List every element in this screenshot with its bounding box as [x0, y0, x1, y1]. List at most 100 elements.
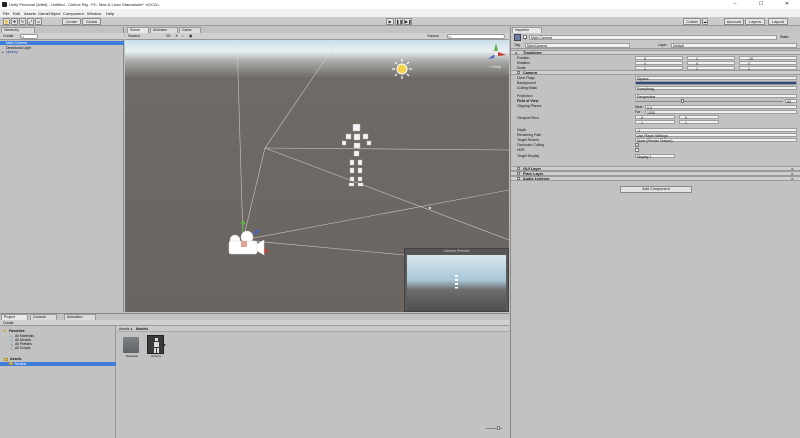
audio-toggle-icon[interactable]: ♪	[182, 34, 184, 38]
effects-toggle-icon[interactable]: ▣	[189, 34, 192, 38]
gizmos-dropdown[interactable]: Gizmos	[427, 34, 439, 38]
lighting-toggle-icon[interactable]: ☀	[175, 34, 178, 38]
scene-panel: Scene Animator Game Shaded 2D ☀ ♪ ▣ Gizm…	[125, 27, 509, 312]
far-field[interactable]: 1000	[645, 110, 797, 115]
hdr-checkbox[interactable]	[635, 148, 639, 152]
projection-dropdown[interactable]: Perspective	[635, 94, 797, 99]
rotation-x-field[interactable]: 0	[635, 61, 683, 66]
expand-arrow-icon[interactable]: ▸	[2, 51, 5, 54]
close-button[interactable]: ✕	[774, 0, 800, 9]
models-folder-item[interactable]: Models	[0, 362, 116, 366]
gui-layer-checkbox[interactable]	[517, 167, 520, 170]
favorite-all-scripts[interactable]: All Scripts	[15, 346, 31, 350]
menu-help[interactable]: Help	[106, 11, 114, 16]
breadcrumb-assets[interactable]: Assets	[119, 327, 130, 331]
object-active-checkbox[interactable]: ✓	[523, 35, 527, 41]
object-name-field[interactable]: Main Camera	[529, 35, 777, 40]
menu-component[interactable]: Component	[63, 11, 84, 16]
rendering-path-dropdown[interactable]: Use Player Settings	[635, 133, 797, 138]
perspective-label[interactable]: < Persp	[489, 65, 501, 69]
move-tool-icon[interactable]: ✥	[11, 18, 18, 25]
play-icon[interactable]: ▶	[386, 18, 394, 25]
camera-enabled-checkbox[interactable]	[517, 71, 520, 74]
target-texture-field[interactable]: None (Render Texture)	[635, 138, 797, 143]
occlusion-culling-checkbox[interactable]: ✓	[635, 143, 639, 147]
add-component-button[interactable]: Add Component	[620, 186, 692, 193]
menu-gameobject[interactable]: GameObject	[38, 11, 60, 16]
near-field[interactable]: 0.3	[645, 105, 797, 110]
fov-slider-track[interactable]	[635, 101, 783, 102]
assets-folder-label[interactable]: Assets	[10, 357, 21, 361]
pivot-toggle[interactable]: Center	[62, 18, 81, 25]
rect-tool-icon[interactable]: ▭	[35, 18, 42, 25]
fov-slider-handle[interactable]	[681, 99, 684, 103]
static-checkbox-label[interactable]: Static	[780, 35, 789, 39]
hierarchy-search-input[interactable]	[20, 34, 38, 39]
cloud-icon[interactable]: ☁	[702, 18, 708, 25]
model-figure-icon	[154, 338, 159, 353]
position-y-field[interactable]: 1	[687, 56, 735, 61]
collab-button[interactable]: Collab	[683, 18, 701, 25]
menu-file[interactable]: File	[3, 11, 9, 16]
audio-listener-component-header[interactable]: Audio Listener	[511, 176, 800, 181]
background-color-swatch[interactable]	[635, 81, 797, 85]
menu-assets[interactable]: Assets	[24, 11, 36, 16]
audio-listener-checkbox[interactable]	[517, 177, 520, 180]
project-create-button[interactable]: Create	[3, 321, 14, 325]
viewport-y-field[interactable]: 0	[679, 115, 719, 120]
scene-toolbar: Shaded 2D ☀ ♪ ▣ Gizmos	[125, 33, 509, 40]
materials-asset-label[interactable]: Materials	[122, 354, 142, 358]
rotation-z-field[interactable]: 0	[739, 61, 797, 66]
minimize-button[interactable]: –	[722, 0, 748, 9]
flare-layer-checkbox[interactable]	[517, 172, 520, 175]
position-x-field[interactable]: 0	[635, 56, 683, 61]
character-rig-model[interactable]	[342, 124, 372, 194]
depth-field[interactable]: -1	[635, 128, 797, 133]
target-display-dropdown[interactable]: Display 1	[635, 154, 675, 159]
step-icon[interactable]: ▶❚	[404, 18, 412, 25]
component-settings-gear-icon[interactable]: ⚙ ⚙ ⚙	[791, 167, 797, 181]
expand-asset-arrow-icon[interactable]: ▸	[164, 343, 167, 347]
2d-toggle[interactable]: 2D	[166, 34, 170, 38]
cinhuxy-model-thumbnail[interactable]	[147, 335, 164, 354]
breadcrumb-models[interactable]: Models	[136, 327, 148, 331]
viewport-h-field[interactable]: 1	[679, 120, 719, 125]
orientation-gizmo-icon[interactable]	[485, 42, 507, 64]
cinhuxy-asset-label[interactable]: cinhuxy	[145, 354, 167, 358]
project-panel: Project Console Animation Create ★ Favor…	[0, 313, 509, 438]
scene-viewport[interactable]: < Persp Camera Preview	[125, 40, 509, 312]
thumbnail-size-handle[interactable]	[497, 426, 500, 430]
favorites-label[interactable]: Favorites	[9, 329, 25, 333]
tag-dropdown[interactable]: MainCamera	[525, 43, 630, 48]
fov-value-field[interactable]: 60	[785, 99, 797, 104]
unity-editor-window: Unity Personal (64bit) - Untitled - Cinh…	[0, 0, 800, 438]
hand-tool-icon[interactable]: ✋	[3, 18, 10, 25]
rotation-y-field[interactable]: 0	[687, 61, 735, 66]
viewport-x-field[interactable]: 0	[635, 115, 675, 120]
camera-component-header[interactable]: Camera	[511, 70, 800, 75]
materials-folder-icon[interactable]	[123, 337, 139, 353]
culling-mask-dropdown[interactable]: Everything	[635, 86, 797, 91]
position-z-field[interactable]: -10	[739, 56, 797, 61]
hierarchy-create-button[interactable]: Create	[3, 34, 14, 38]
main-toolbar: ✋ ✥ ↻ ⤢ ▭ Center Global ▶ ❚❚ ▶❚ Collab ☁…	[0, 17, 800, 26]
menu-window[interactable]: Window	[87, 11, 101, 16]
pause-icon[interactable]: ❚❚	[395, 18, 403, 25]
space-toggle[interactable]: Global	[82, 18, 101, 25]
clear-flags-dropdown[interactable]: Skybox	[635, 76, 797, 81]
camera-gizmo-icon[interactable]	[227, 220, 271, 260]
rotate-tool-icon[interactable]: ↻	[19, 18, 26, 25]
maximize-button[interactable]: ☐	[748, 0, 774, 9]
menu-edit[interactable]: Edit	[13, 11, 20, 16]
layer-dropdown[interactable]: Default	[671, 43, 797, 48]
scene-search-input[interactable]	[447, 34, 505, 39]
account-dropdown[interactable]: Account	[724, 18, 744, 25]
layout-dropdown[interactable]: Layout	[768, 18, 788, 25]
shading-mode-dropdown[interactable]: Shaded	[128, 34, 140, 38]
hierarchy-item-main-camera[interactable]: Main Camera	[0, 41, 124, 45]
viewport-w-field[interactable]: 1	[635, 120, 675, 125]
hierarchy-item-cinhuxy[interactable]: cinhuxy	[6, 50, 18, 54]
scale-tool-icon[interactable]: ⤢	[27, 18, 34, 25]
directional-light-icon[interactable]	[392, 59, 412, 79]
layers-dropdown[interactable]: Layers	[745, 18, 765, 25]
